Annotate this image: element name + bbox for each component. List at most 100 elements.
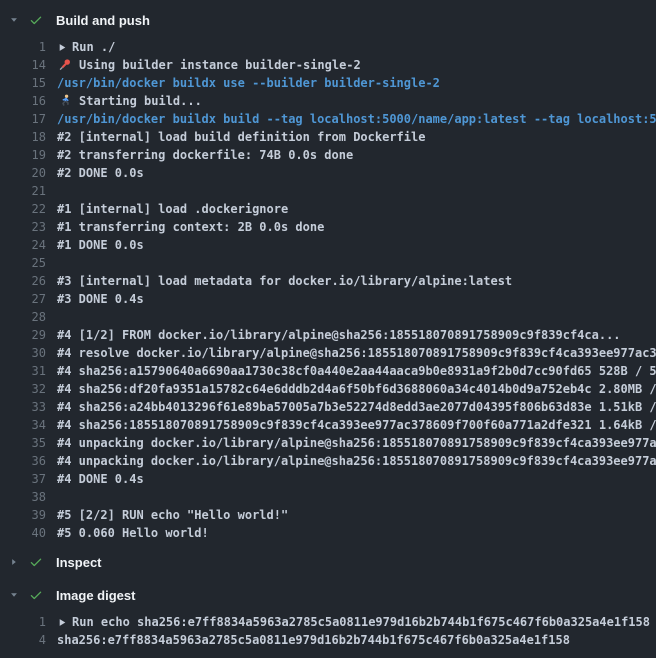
log-text: #2 [internal] load build definition from…: [57, 128, 425, 146]
runner-icon: [57, 93, 73, 109]
log-line-content: #4 [1/2] FROM docker.io/library/alpine@s…: [57, 326, 621, 344]
section-title: Inspect: [56, 555, 102, 570]
check-icon: [28, 13, 44, 27]
line-number-link[interactable]: 40: [0, 524, 46, 542]
check-icon: [28, 588, 44, 602]
log-line: 22 #1 [internal] load .dockerignore: [0, 200, 656, 218]
line-number-link[interactable]: 32: [0, 380, 46, 398]
log-line: 34 #4 sha256:185518070891758909c9f839cf4c…: [0, 416, 656, 434]
line-number-link[interactable]: 22: [0, 200, 46, 218]
line-number-link[interactable]: 34: [0, 416, 46, 434]
log-line: 14 Using builder instance builder-single-…: [0, 56, 656, 74]
check-icon: [28, 555, 44, 569]
log-line: 32 #4 sha256:df20fa9351a15782c64e6dddb2d4…: [0, 380, 656, 398]
line-number-link[interactable]: 23: [0, 218, 46, 236]
line-number-link[interactable]: 18: [0, 128, 46, 146]
log-text: #1 DONE 0.0s: [57, 236, 144, 254]
line-number-link[interactable]: 1: [0, 613, 46, 631]
line-number-link[interactable]: 37: [0, 470, 46, 488]
log-line: 23 #1 transferring context: 2B 0.0s done: [0, 218, 656, 236]
log-line-content: #3 DONE 0.4s: [57, 290, 144, 308]
line-number-link[interactable]: 30: [0, 344, 46, 362]
log-line-content: #4 unpacking docker.io/library/alpine@sh…: [57, 452, 656, 470]
log-line-content: Using builder instance builder-single-2: [57, 56, 361, 74]
play-icon[interactable]: [57, 39, 67, 55]
line-number-link[interactable]: 26: [0, 272, 46, 290]
log-line: 20 #2 DONE 0.0s: [0, 164, 656, 182]
log-text: #4 resolve docker.io/library/alpine@sha2…: [57, 344, 656, 362]
line-number-link[interactable]: 15: [0, 74, 46, 92]
log-text: #5 [2/2] RUN echo "Hello world!": [57, 506, 288, 524]
log-line-content: /usr/bin/docker buildx build --tag local…: [57, 110, 656, 128]
log-text: sha256:e7ff8834a5963a2785c5a0811e979d16b…: [57, 631, 570, 649]
line-number-link[interactable]: 21: [0, 182, 46, 200]
log-line: 26 #3 [internal] load metadata for docker…: [0, 272, 656, 290]
log-text: #4 sha256:185518070891758909c9f839cf4ca3…: [57, 416, 656, 434]
line-number-link[interactable]: 29: [0, 326, 46, 344]
line-number-link[interactable]: 20: [0, 164, 46, 182]
line-number-link[interactable]: 25: [0, 254, 46, 272]
section-header-image-digest[interactable]: Image digest: [0, 585, 656, 605]
log-line-content: #4 sha256:df20fa9351a15782c64e6dddb2d4a6…: [57, 380, 656, 398]
line-number-link[interactable]: 24: [0, 236, 46, 254]
section-header-build-and-push[interactable]: Build and push: [0, 10, 656, 30]
log-text: /usr/bin/docker buildx use --builder bui…: [57, 74, 440, 92]
log-line: 39 #5 [2/2] RUN echo "Hello world!": [0, 506, 656, 524]
line-number-link[interactable]: 16: [0, 92, 46, 110]
log-line: 36 #4 unpacking docker.io/library/alpine@…: [0, 452, 656, 470]
line-number-link[interactable]: 38: [0, 488, 46, 506]
log-text: /usr/bin/docker buildx build --tag local…: [57, 110, 656, 128]
log-line: 40#5 0.060 Hello world!: [0, 524, 656, 542]
log-line: 24 #1 DONE 0.0s: [0, 236, 656, 254]
log-text: #3 [internal] load metadata for docker.i…: [57, 272, 512, 290]
log-line-content: #1 [internal] load .dockerignore: [57, 200, 288, 218]
log-line: 28: [0, 308, 656, 326]
section-header-inspect[interactable]: Inspect: [0, 552, 656, 572]
log-line-content: #4 unpacking docker.io/library/alpine@sh…: [57, 434, 656, 452]
log-text: #1 transferring context: 2B 0.0s done: [57, 218, 324, 236]
line-number-link[interactable]: 33: [0, 398, 46, 416]
line-number-link[interactable]: 1: [0, 38, 46, 56]
line-number-link[interactable]: 28: [0, 308, 46, 326]
log-line-content: #4 sha256:a15790640a6690aa1730c38cf0a440…: [57, 362, 656, 380]
log-line: 1Run ./: [0, 38, 656, 56]
line-number-link[interactable]: 35: [0, 434, 46, 452]
chevron-right-icon[interactable]: [8, 556, 20, 568]
log-line: 17/usr/bin/docker buildx build --tag loc…: [0, 110, 656, 128]
log-line: 35 #4 unpacking docker.io/library/alpine@…: [0, 434, 656, 452]
log-line: 27 #3 DONE 0.4s: [0, 290, 656, 308]
line-number-link[interactable]: 39: [0, 506, 46, 524]
log-line-content: sha256:e7ff8834a5963a2785c5a0811e979d16b…: [57, 631, 570, 649]
line-number-link[interactable]: 27: [0, 290, 46, 308]
log-lines-image-digest: 1Run echo sha256:e7ff8834a5963a2785c5a08…: [0, 613, 656, 649]
log-text: #2 transferring dockerfile: 74B 0.0s don…: [57, 146, 353, 164]
log-text: #3 DONE 0.4s: [57, 290, 144, 308]
play-icon[interactable]: [57, 614, 67, 630]
log-line-content: #2 DONE 0.0s: [57, 164, 144, 182]
log-line-content: #4 resolve docker.io/library/alpine@sha2…: [57, 344, 656, 362]
pushpin-icon: [57, 57, 73, 73]
line-number-link[interactable]: 4: [0, 631, 46, 649]
log-text: #4 DONE 0.4s: [57, 470, 144, 488]
chevron-down-icon[interactable]: [8, 589, 20, 601]
line-number-link[interactable]: 19: [0, 146, 46, 164]
log-line: 4 sha256:e7ff8834a5963a2785c5a0811e979d16…: [0, 631, 656, 649]
line-number-link[interactable]: 17: [0, 110, 46, 128]
log-line: 25: [0, 254, 656, 272]
line-number-link[interactable]: 36: [0, 452, 46, 470]
log-line: 38: [0, 488, 656, 506]
line-number-link[interactable]: 14: [0, 56, 46, 74]
log-line: 15/usr/bin/docker buildx use --builder b…: [0, 74, 656, 92]
log-line-content: Starting build...: [57, 92, 202, 110]
log-line-content: #1 transferring context: 2B 0.0s done: [57, 218, 324, 236]
log-line: 29 #4 [1/2] FROM docker.io/library/alpine…: [0, 326, 656, 344]
log-line: 18 #2 [internal] load build definition fr…: [0, 128, 656, 146]
workflow-log-viewer: Build and push1Run ./14Using builder ins…: [0, 0, 656, 658]
line-number-link[interactable]: 31: [0, 362, 46, 380]
log-text: #4 sha256:a15790640a6690aa1730c38cf0a440…: [57, 362, 656, 380]
log-line-content: #5 [2/2] RUN echo "Hello world!": [57, 506, 288, 524]
log-line-content: #2 transferring dockerfile: 74B 0.0s don…: [57, 146, 353, 164]
log-line-content: #4 DONE 0.4s: [57, 470, 144, 488]
section-title: Build and push: [56, 13, 150, 28]
chevron-down-icon[interactable]: [8, 14, 20, 26]
